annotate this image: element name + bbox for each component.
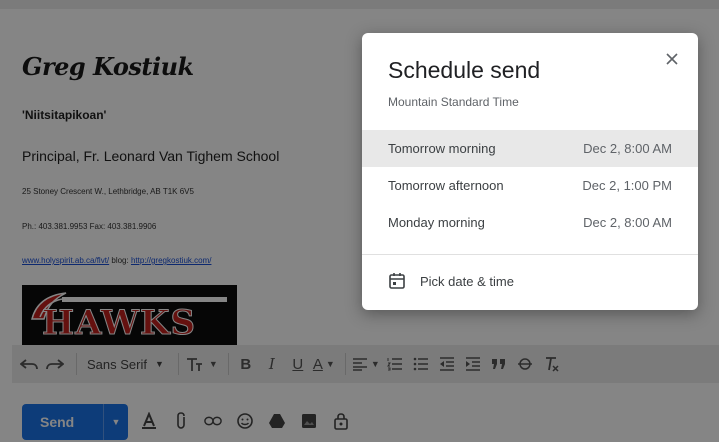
calendar-icon xyxy=(388,272,406,290)
timezone-label: Mountain Standard Time xyxy=(388,95,519,109)
option-date: Dec 2, 1:00 PM xyxy=(582,178,672,193)
option-label: Monday morning xyxy=(388,215,485,230)
dialog-title: Schedule send xyxy=(388,57,541,83)
option-date: Dec 2, 8:00 AM xyxy=(583,215,672,230)
option-tomorrow-afternoon[interactable]: Tomorrow afternoon Dec 2, 1:00 PM xyxy=(362,167,698,204)
option-label: Tomorrow morning xyxy=(388,141,496,156)
option-date: Dec 2, 8:00 AM xyxy=(583,141,672,156)
close-icon[interactable] xyxy=(662,49,682,69)
pick-date-time-button[interactable]: Pick date & time xyxy=(388,272,514,290)
pick-date-time-label: Pick date & time xyxy=(420,273,514,289)
option-tomorrow-morning[interactable]: Tomorrow morning Dec 2, 8:00 AM xyxy=(362,130,698,167)
option-monday-morning[interactable]: Monday morning Dec 2, 8:00 AM xyxy=(362,204,698,241)
option-label: Tomorrow afternoon xyxy=(388,178,504,193)
schedule-send-dialog: Schedule send Mountain Standard Time Tom… xyxy=(362,33,698,310)
dialog-divider xyxy=(362,254,698,255)
